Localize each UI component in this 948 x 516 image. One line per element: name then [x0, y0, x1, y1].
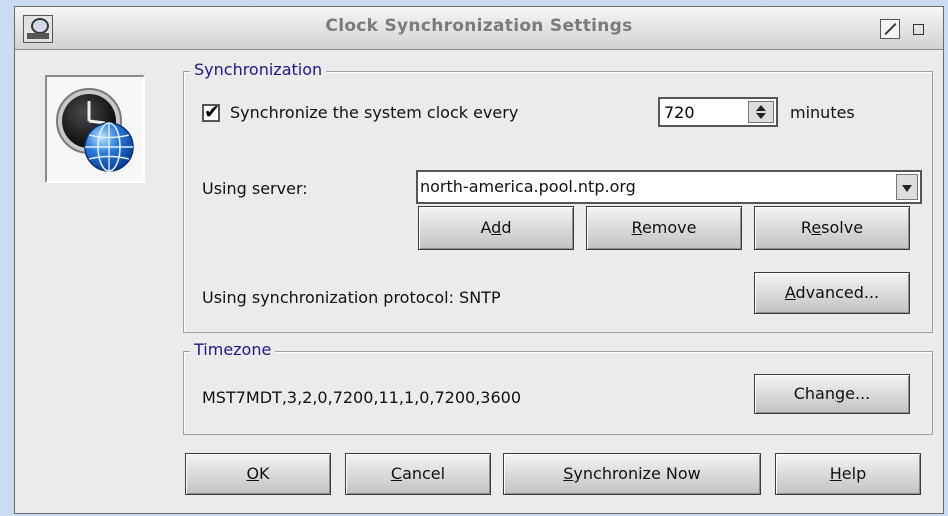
ok-button[interactable]: OK — [185, 453, 331, 495]
timezone-group-title: Timezone — [190, 340, 276, 359]
title-bar[interactable]: Clock Synchronization Settings — [15, 7, 943, 50]
interval-input[interactable] — [662, 101, 746, 123]
spin-arrows-icon[interactable] — [748, 101, 774, 123]
resolve-server-button[interactable]: Resolve — [754, 206, 910, 250]
advanced-button[interactable]: Advanced... — [754, 272, 910, 314]
synchronize-checkbox-label[interactable]: Synchronize the system clock every — [230, 103, 518, 122]
synchronize-now-button[interactable]: Synchronize Now — [503, 453, 761, 495]
iconify-icon[interactable] — [908, 19, 928, 39]
window-title: Clock Synchronization Settings — [325, 16, 633, 36]
minutes-label: minutes — [790, 103, 855, 122]
clock-sync-window: Clock Synchronization Settings Synchroni… — [14, 6, 944, 514]
protocol-label: Using synchronization protocol: SNTP — [202, 288, 501, 307]
interval-spinbox[interactable] — [658, 97, 778, 127]
timezone-value: MST7MDT,3,2,0,7200,11,1,0,7200,3600 — [202, 388, 521, 407]
server-label: Using server: — [202, 179, 308, 198]
server-combobox[interactable]: north-america.pool.ntp.org — [416, 170, 922, 204]
zoom-icon[interactable] — [880, 19, 900, 39]
clock-globe-icon — [45, 75, 145, 183]
remove-server-button[interactable]: Remove — [586, 206, 742, 250]
help-button[interactable]: Help — [775, 453, 921, 495]
cancel-button[interactable]: Cancel — [345, 453, 491, 495]
add-server-button[interactable]: Add — [418, 206, 574, 250]
synchronization-group: Synchronization Synchronize the system c… — [183, 60, 933, 333]
timezone-group: Timezone MST7MDT,3,2,0,7200,11,1,0,7200,… — [183, 340, 933, 435]
chevron-down-icon[interactable] — [896, 174, 918, 200]
synchronization-group-title: Synchronization — [190, 60, 327, 79]
server-value[interactable]: north-america.pool.ntp.org — [420, 177, 636, 196]
synchronize-checkbox[interactable] — [202, 101, 220, 123]
change-timezone-button[interactable]: Change... — [754, 374, 910, 414]
